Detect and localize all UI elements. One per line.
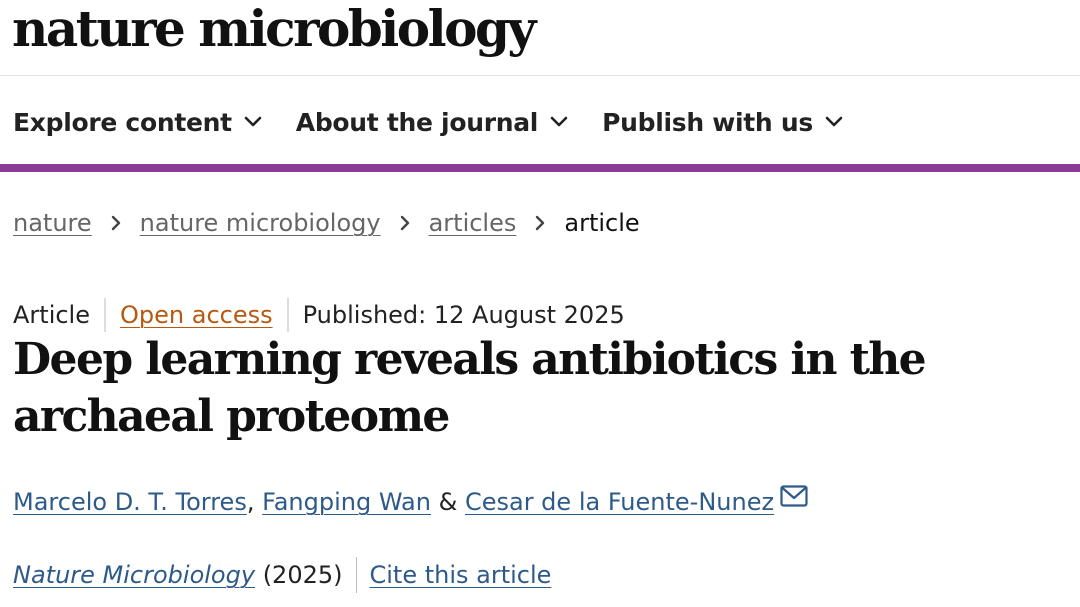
chevron-down-icon (825, 116, 843, 127)
article-meta: Article Open access Published: 12 August… (13, 297, 625, 333)
header-divider (0, 75, 1080, 76)
nav-about-the-journal[interactable]: About the journal (296, 108, 568, 137)
article-type: Article (13, 301, 90, 329)
chevron-right-icon (111, 215, 120, 231)
author-separator-comma: , (246, 488, 255, 516)
meta-divider (286, 298, 289, 332)
chevron-down-icon (244, 116, 262, 127)
site-logo[interactable]: nature microbiology (12, 0, 536, 64)
citation-line: Nature Microbiology (2025) Cite this art… (13, 556, 551, 594)
breadcrumb-nature[interactable]: nature (13, 209, 92, 237)
breadcrumb-current-article: article (564, 209, 640, 237)
open-access-link[interactable]: Open access (120, 301, 273, 329)
breadcrumb-nature-microbiology[interactable]: nature microbiology (140, 209, 381, 237)
nav-publish-with-us[interactable]: Publish with us (602, 108, 843, 137)
nav-publish-with-us-label: Publish with us (602, 107, 813, 137)
author-link-torres[interactable]: Marcelo D. T. Torres (13, 488, 247, 516)
meta-divider (104, 298, 106, 332)
brand-color-bar (0, 164, 1080, 172)
author-separator-ampersand: & (438, 488, 458, 516)
chevron-down-icon (550, 116, 568, 127)
publication-year: (2025) (262, 561, 343, 589)
breadcrumb: nature nature microbiology articles arti… (13, 205, 640, 241)
published-date: Published: 12 August 2025 (302, 301, 625, 329)
author-list: Marcelo D. T. Torres, Fangping Wan & Ces… (13, 482, 808, 522)
chevron-right-icon (400, 215, 409, 231)
chevron-right-icon (536, 215, 545, 231)
nav-explore-content-label: Explore content (13, 107, 232, 137)
main-navigation: Explore content About the journal Publis… (13, 100, 877, 144)
mail-icon[interactable] (780, 485, 808, 507)
author-link-wan[interactable]: Fangping Wan (262, 488, 431, 516)
citation-divider (355, 557, 357, 593)
cite-this-article-link[interactable]: Cite this article (370, 561, 552, 589)
journal-name-link[interactable]: Nature Microbiology (13, 561, 255, 589)
breadcrumb-articles[interactable]: articles (429, 209, 517, 237)
author-link-de-la-fuente-nunez[interactable]: Cesar de la Fuente-Nunez (465, 488, 774, 516)
article-title: Deep learning reveals antibiotics in the… (13, 334, 927, 442)
nav-about-the-journal-label: About the journal (295, 107, 539, 137)
nav-explore-content[interactable]: Explore content (13, 108, 262, 137)
